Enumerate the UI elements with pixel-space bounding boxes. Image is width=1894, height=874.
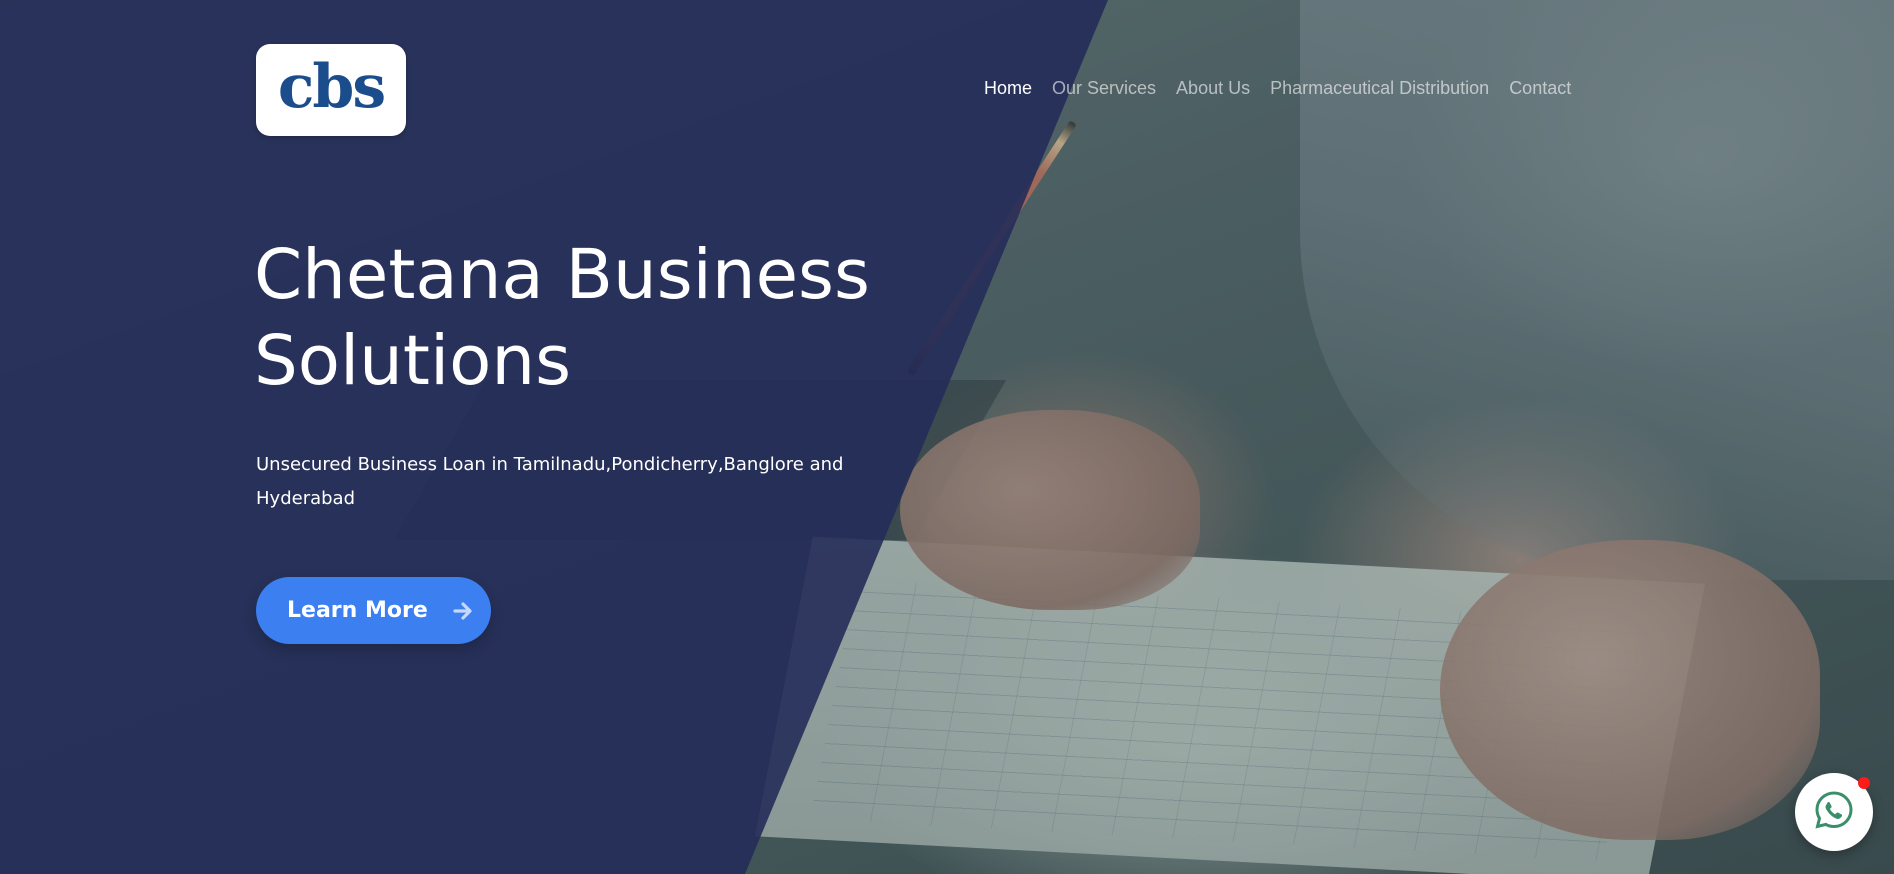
notification-dot [1858, 777, 1870, 789]
nav-item-our-services[interactable]: Our Services [1052, 78, 1156, 99]
site-logo[interactable]: cbs [256, 44, 406, 136]
nav-item-about-us[interactable]: About Us [1176, 78, 1250, 99]
hero-title-line-2: Solutions [254, 321, 572, 401]
main-nav: Home Our Services About Us Pharmaceutica… [984, 78, 1571, 99]
hero-section: cbs Home Our Services About Us Pharmaceu… [0, 0, 1894, 874]
hero-subtitle: Unsecured Business Loan in Tamilnadu,Pon… [256, 454, 844, 509]
hero-title: Chetana Business Solutions [254, 232, 954, 404]
nav-item-contact[interactable]: Contact [1509, 78, 1571, 99]
logo-text: cbs [277, 52, 386, 122]
learn-more-button[interactable]: Learn More [256, 577, 491, 644]
nav-item-pharmaceutical-distribution[interactable]: Pharmaceutical Distribution [1270, 78, 1489, 99]
learn-more-label: Learn More [287, 598, 428, 623]
whatsapp-button[interactable] [1795, 773, 1873, 851]
arrow-right-icon [452, 600, 474, 622]
hero-title-line-1: Chetana Business [254, 235, 870, 315]
nav-item-home[interactable]: Home [984, 78, 1032, 99]
whatsapp-icon [1813, 789, 1855, 835]
